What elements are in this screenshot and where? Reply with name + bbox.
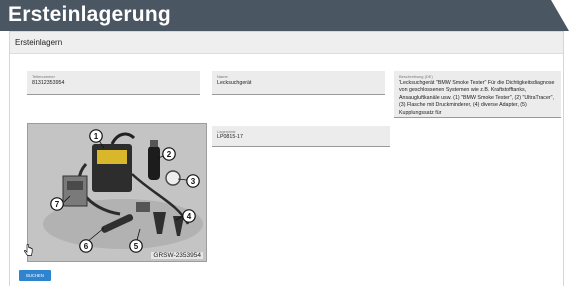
image-code: GRSW-2353954 — [151, 252, 203, 259]
panel-title: Ersteinlagern — [15, 38, 63, 47]
buchen-button[interactable]: BUCHEN — [19, 270, 51, 281]
callout-6: 6 — [79, 239, 93, 253]
lagerplatz-value: LP0815-17 — [217, 134, 243, 140]
beschreibung-value: 'Lecksuchgerät "BMW Smoke Tester" Für di… — [399, 80, 555, 116]
callout-label: 6 — [84, 242, 89, 251]
banner-corner — [551, 0, 569, 31]
form-panel: Ersteinlagern Teilenummer 81312353954 Na… — [9, 31, 564, 286]
title-banner: Ersteinlagerung — [0, 0, 569, 31]
callout-2: 2 — [162, 147, 176, 161]
name-value: Lecksuchgerät — [217, 80, 252, 86]
callout-4: 4 — [182, 209, 196, 223]
callout-label: 4 — [187, 212, 192, 221]
teilenummer-field[interactable]: Teilenummer 81312353954 — [27, 71, 200, 95]
name-field[interactable]: Name Lecksuchgerät — [212, 71, 385, 95]
lagerplatz-field[interactable]: Lagerplatz LP0815-17 — [212, 126, 390, 147]
callout-label: 1 — [94, 132, 99, 141]
panel-header: Ersteinlagern — [10, 32, 563, 54]
callout-5: 5 — [129, 239, 143, 253]
name-label: Name — [217, 74, 228, 79]
callout-3: 3 — [186, 174, 200, 188]
product-illustration: 1 2 3 4 5 6 7 — [28, 124, 206, 261]
callout-label: 7 — [55, 200, 60, 209]
callout-label: 2 — [167, 150, 172, 159]
beschreibung-field[interactable]: Beschreibung (DE) 'Lecksuchgerät "BMW Sm… — [394, 71, 561, 118]
callout-label: 3 — [191, 177, 196, 186]
page-title: Ersteinlagerung — [8, 3, 171, 26]
callout-label: 5 — [134, 242, 139, 251]
product-image: 1 2 3 4 5 6 7 GRSW-2353954 — [27, 123, 207, 262]
teilenummer-value: 81312353954 — [32, 80, 65, 86]
mouse-pointer-icon — [24, 244, 33, 256]
callout-1: 1 — [89, 129, 103, 143]
beschreibung-label: Beschreibung (DE) — [399, 74, 433, 79]
callout-7: 7 — [50, 197, 64, 211]
teilenummer-label: Teilenummer — [32, 74, 55, 79]
